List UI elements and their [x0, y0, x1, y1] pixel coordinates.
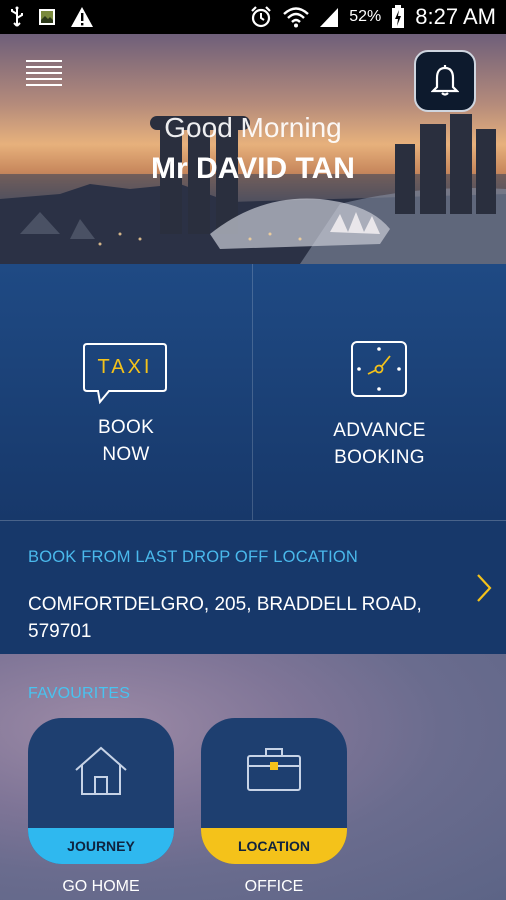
book-now-line2: NOW: [102, 444, 150, 465]
signal-icon: [320, 8, 339, 27]
menu-button[interactable]: [26, 60, 62, 88]
status-bar: 52% 8:27 AM: [0, 0, 506, 34]
book-now-button[interactable]: TAXI BOOK NOW: [0, 264, 253, 520]
journey-band: JOURNEY: [28, 828, 174, 864]
last-drop-off-address: COMFORTDELGRO, 205, BRADDELL ROAD, 57970…: [28, 594, 422, 642]
notifications-button[interactable]: [414, 50, 476, 112]
greeting-text: Good Morning: [164, 112, 342, 143]
book-now-line1: BOOK: [97, 417, 155, 438]
favourite-office[interactable]: LOCATION: [201, 718, 347, 864]
briefcase-icon: [247, 748, 301, 791]
advance-line1: ADVANCE: [333, 420, 426, 441]
favourite-go-home[interactable]: JOURNEY: [28, 718, 174, 864]
advance-booking-button[interactable]: ADVANCE BOOKING: [253, 264, 506, 520]
house-icon: [75, 746, 127, 795]
taxi-badge-text: TAXI: [97, 356, 153, 378]
wifi-icon: [283, 7, 310, 28]
last-drop-off-title: BOOK FROM LAST DROP OFF LOCATION: [28, 548, 359, 566]
hero-banner: Good Morning Mr DAVID TAN: [0, 34, 506, 264]
usb-icon: [11, 6, 23, 27]
favourites-section: FAVOURITES JOURNEY GO HOME LOCATION OFFI…: [0, 654, 506, 900]
chevron-right-icon: [477, 574, 492, 602]
favourites-title: FAVOURITES: [28, 685, 131, 702]
warning-icon: [71, 7, 93, 27]
bell-icon: [431, 65, 459, 96]
image-notification-icon: [39, 9, 55, 25]
clock: 8:27 AM: [415, 4, 496, 29]
clock-icon: [351, 341, 407, 397]
advance-line2: BOOKING: [334, 447, 425, 468]
favourite-office-label: OFFICE: [244, 878, 304, 895]
user-name: Mr DAVID TAN: [151, 152, 355, 185]
last-drop-off-row[interactable]: BOOK FROM LAST DROP OFF LOCATION COMFORT…: [0, 520, 506, 654]
battery-percent: 52%: [349, 8, 382, 25]
alarm-icon: [251, 6, 272, 28]
location-band: LOCATION: [201, 828, 347, 864]
favourite-go-home-label: GO HOME: [62, 878, 140, 895]
battery-charging-icon: [392, 5, 405, 28]
booking-actions: TAXI BOOK NOW ADVANCE BOOKING: [0, 264, 506, 520]
